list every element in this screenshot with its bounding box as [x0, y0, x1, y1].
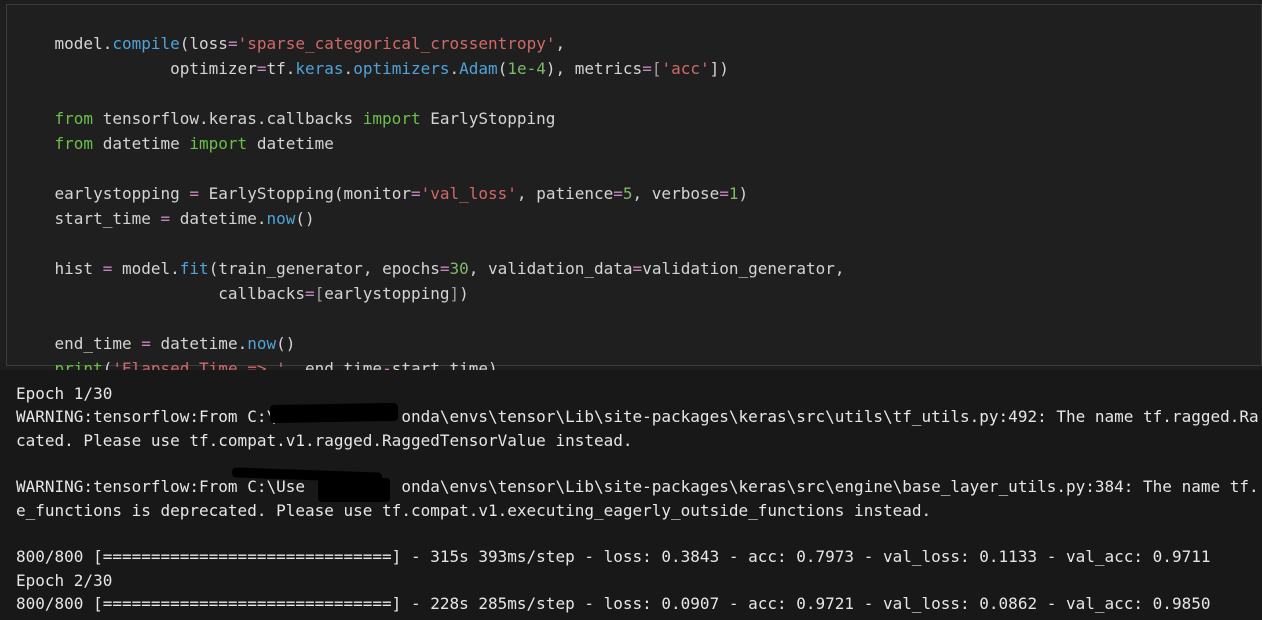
code-token: Adam [459, 59, 498, 78]
code-token: earlystopping [324, 284, 450, 303]
code-token: , validation_data [468, 259, 633, 278]
code-token: = [632, 259, 643, 278]
code-token: ), metrics [545, 59, 643, 78]
code-token: optimizer [54, 59, 257, 78]
code-token: import [362, 109, 421, 128]
code-token: start_time [54, 209, 161, 228]
code-line-1: model.compile(loss='sparse_categorical_c… [16, 14, 566, 53]
code-line-4: from tensorflow.keras.callbacks import E… [16, 89, 556, 128]
code-token: optimizers [353, 59, 450, 78]
cell-output: Epoch 1/30 WARNING:tensorflow:From C:\Us… [0, 370, 1262, 620]
code-token: callbacks [54, 284, 305, 303]
code-token: import [189, 134, 248, 153]
code-token: [ [314, 284, 325, 303]
code-token: ( [497, 59, 508, 78]
code-token: tf. [266, 59, 296, 78]
code-token: EarlyStopping [420, 109, 556, 128]
code-token: ]) [709, 59, 729, 78]
output-line-warning-1: WARNING:tensorflow:From C:\Use onda\envs… [16, 407, 1259, 426]
code-line-8: start_time = datetime.now() [16, 189, 315, 228]
code-token: , verbose [632, 184, 720, 203]
code-token: from [54, 134, 94, 153]
code-token: . [343, 59, 354, 78]
output-line-epoch-2: Epoch 2/30 [16, 571, 113, 590]
code-token: 'val_loss' [420, 184, 517, 203]
output-line-warning-2-cont: e_functions is deprecated. Please use tf… [16, 501, 932, 520]
redaction-mark [269, 402, 399, 424]
code-line-13: end_time = datetime.now() [16, 314, 296, 353]
code-token: ) [459, 284, 469, 303]
code-token: keras [295, 59, 344, 78]
code-line-11: callbacks=[earlystopping]) [16, 264, 469, 303]
code-token: , patience [516, 184, 614, 203]
code-token: now [266, 209, 296, 228]
code-token: = [304, 284, 315, 303]
code-token: ] [449, 284, 460, 303]
code-token: datetime [247, 134, 334, 153]
code-token: datetime [93, 134, 190, 153]
code-token: datetime. [170, 209, 267, 228]
code-token: = [160, 209, 171, 228]
code-token: 5 [622, 184, 633, 203]
code-token: = [642, 59, 652, 78]
code-token: 1 [728, 184, 739, 203]
code-line-7: earlystopping = EarlyStopping(monitor='v… [16, 164, 749, 203]
code-token: validation_generator, [642, 259, 845, 278]
code-token: 'acc' [661, 59, 710, 78]
code-line-5: from datetime import datetime [16, 114, 334, 153]
output-line-epoch-1: Epoch 1/30 [16, 384, 113, 403]
code-line-2: optimizer=tf.keras.optimizers.Adam(1e-4)… [16, 39, 729, 78]
output-line-progress-1: 800/800 [==============================]… [16, 547, 1211, 566]
output-line-progress-2: 800/800 [==============================]… [16, 594, 1211, 613]
output-line-warning-1-cont: cated. Please use tf.compat.v1.ragged.Ra… [16, 431, 633, 450]
code-token: . [449, 59, 460, 78]
redaction-mark [318, 478, 390, 502]
code-token: 1e-4 [507, 59, 546, 78]
code-token: ) [738, 184, 749, 203]
code-line-10: hist = model.fit(train_generator, epochs… [16, 239, 845, 278]
output-line-warning-2: WARNING:tensorflow:From C:\Use onda\envs… [16, 477, 1259, 496]
code-cell[interactable]: model.compile(loss='sparse_categorical_c… [6, 4, 1262, 378]
code-token: = [613, 184, 623, 203]
code-line-14: print('Elapsed Time => ', end_time-start… [16, 339, 498, 378]
code-token: () [295, 209, 315, 228]
code-token: = [719, 184, 729, 203]
code-token: = [410, 184, 421, 203]
